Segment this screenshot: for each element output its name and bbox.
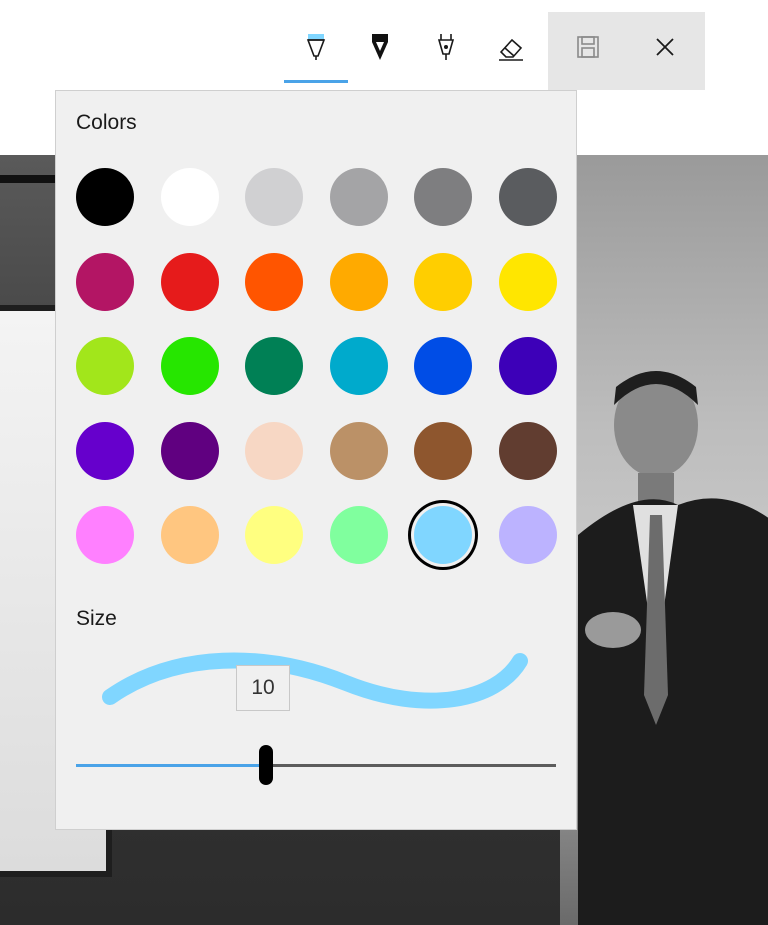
ink-settings-popup: Colors Size 10 <box>55 90 577 830</box>
close-icon <box>656 38 674 56</box>
size-slider-track[interactable] <box>76 764 556 767</box>
color-swatch[interactable] <box>499 506 557 565</box>
color-swatch[interactable] <box>160 421 219 480</box>
color-swatch[interactable] <box>245 506 304 565</box>
color-swatch[interactable] <box>76 168 134 226</box>
calligraphy-pen-icon <box>437 34 455 60</box>
color-swatch[interactable] <box>329 252 388 311</box>
color-swatch[interactable] <box>499 168 557 226</box>
color-swatch[interactable] <box>160 168 219 226</box>
color-swatch[interactable] <box>414 506 473 565</box>
color-swatch[interactable] <box>245 252 304 311</box>
photo-presenter <box>578 371 768 925</box>
color-swatch[interactable] <box>499 337 557 396</box>
color-swatch[interactable] <box>76 252 134 311</box>
ballpoint-pen-icon <box>306 34 326 60</box>
color-swatch[interactable] <box>414 168 473 226</box>
save-button[interactable] <box>556 12 620 82</box>
pencil-tool-button[interactable] <box>348 12 412 82</box>
size-slider-thumb[interactable] <box>258 745 273 785</box>
toolbar <box>0 0 768 90</box>
color-swatch[interactable] <box>499 421 557 480</box>
color-swatch[interactable] <box>414 252 473 311</box>
color-swatch[interactable] <box>245 168 304 226</box>
color-swatch[interactable] <box>499 252 557 311</box>
size-heading: Size <box>76 607 117 630</box>
color-swatch[interactable] <box>160 252 219 311</box>
color-swatch[interactable] <box>329 168 388 226</box>
color-swatch[interactable] <box>414 337 473 396</box>
color-swatch[interactable] <box>329 337 388 396</box>
color-swatch[interactable] <box>76 421 134 480</box>
eraser-icon <box>499 38 523 61</box>
stroke-preview <box>102 652 528 709</box>
color-swatch[interactable] <box>245 421 304 480</box>
color-swatch[interactable] <box>329 506 388 565</box>
color-swatch[interactable] <box>245 337 304 396</box>
save-icon <box>577 36 599 58</box>
color-swatch[interactable] <box>414 421 473 480</box>
size-value: 10 <box>236 665 290 711</box>
color-swatch[interactable] <box>76 337 134 396</box>
size-slider-fill <box>76 764 266 767</box>
color-swatch[interactable] <box>329 421 388 480</box>
calligraphy-pen-tool-button[interactable] <box>414 12 478 82</box>
eraser-tool-button[interactable] <box>479 12 543 82</box>
color-swatch[interactable] <box>76 506 134 565</box>
color-swatch[interactable] <box>160 506 219 565</box>
ballpoint-pen-tool-button[interactable] <box>284 12 348 83</box>
colors-heading: Colors <box>76 111 137 134</box>
color-swatch[interactable] <box>160 337 219 396</box>
close-button[interactable] <box>633 12 697 82</box>
pencil-icon <box>372 34 388 60</box>
